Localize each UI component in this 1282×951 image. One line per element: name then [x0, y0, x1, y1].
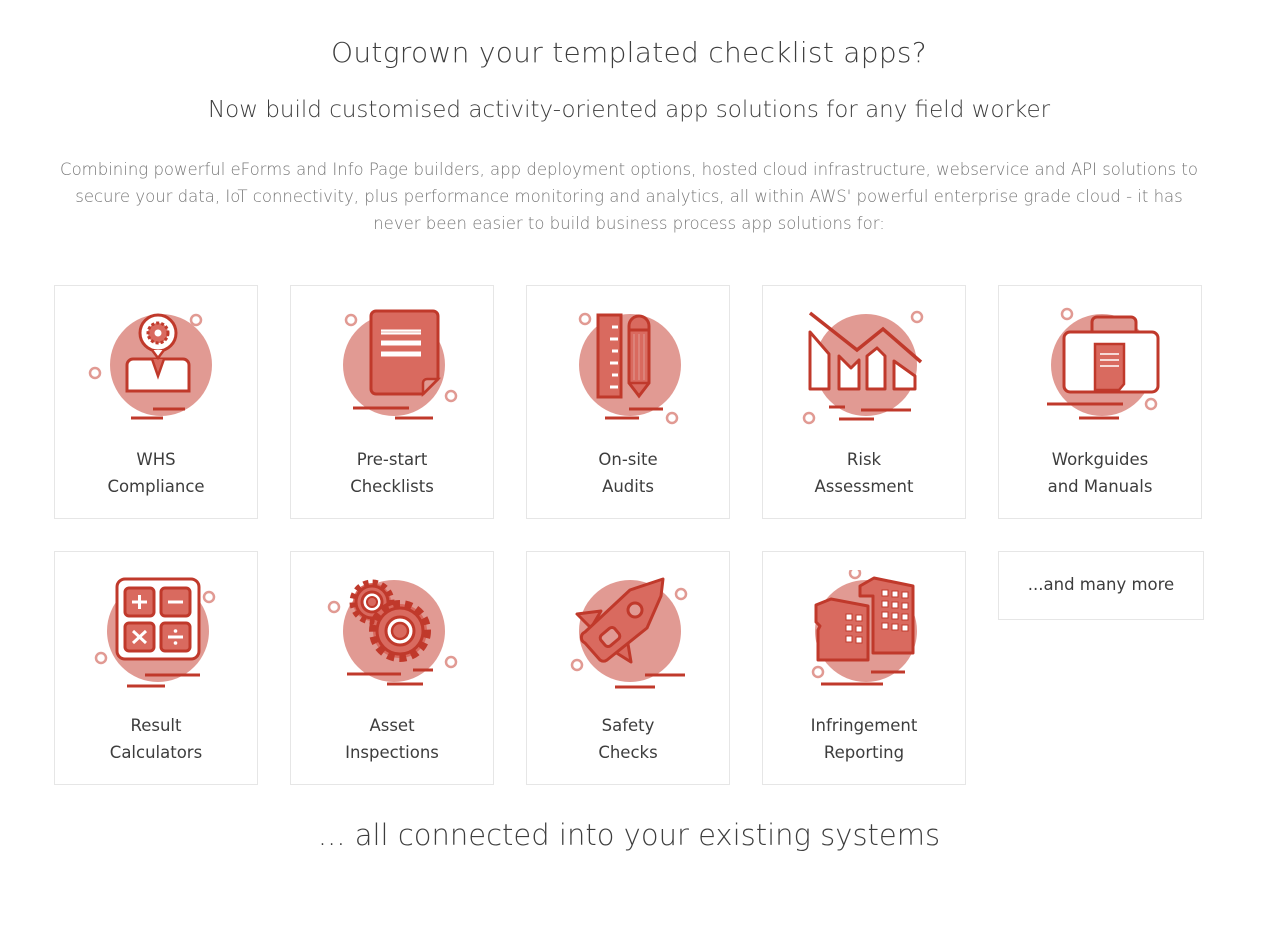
and-many-more-card[interactable]: ...and many more [998, 551, 1204, 620]
card-workguides-manuals[interactable]: Workguides and Manuals [998, 285, 1202, 519]
card-pre-start-checklists[interactable]: Pre-start Checklists [290, 285, 494, 519]
card-label: WHS Compliance [107, 450, 205, 496]
page-title: Outgrown your templated checklist apps? [331, 36, 927, 69]
card-asset-inspections[interactable]: Asset Inspections [290, 551, 494, 785]
card-label: Safety Checks [598, 716, 658, 762]
card-on-site-audits[interactable]: On-site Audits [526, 285, 730, 519]
card-label: Asset Inspections [345, 716, 439, 762]
document-icon [343, 309, 458, 420]
card-label: Result Calculators [109, 716, 203, 762]
card-label: Pre-start Checklists [350, 450, 434, 496]
page-subtitle: Now build customised activity-oriented a… [207, 97, 1051, 123]
card-label: Risk Assessment [814, 450, 914, 496]
card-risk-assessment[interactable]: Risk Assessment [762, 285, 966, 519]
declining-chart-icon [802, 310, 924, 425]
footer-tagline: ... all connected into your existing sys… [317, 818, 941, 852]
gears-icon [327, 579, 458, 686]
card-safety-checks[interactable]: Safety Checks [526, 551, 730, 785]
calculator-icon [94, 577, 216, 688]
card-infringement-reporting[interactable]: Infringement Reporting [762, 551, 966, 785]
card-whs-compliance[interactable]: WHS Compliance [54, 285, 258, 519]
briefcase-icon [1047, 307, 1160, 420]
ruler-pencil-icon [578, 312, 681, 425]
intro-paragraph: Combining powerful eForms and Info Page … [60, 160, 1198, 233]
card-label: On-site Audits [598, 450, 658, 496]
card-label: Infringement Reporting [810, 716, 918, 762]
buildings-icon [811, 570, 917, 686]
rocket-icon [570, 577, 688, 689]
worker-gear-icon [88, 313, 212, 420]
card-result-calculators[interactable]: Result Calculators [54, 551, 258, 785]
card-label: Workguides and Manuals [1047, 450, 1153, 496]
